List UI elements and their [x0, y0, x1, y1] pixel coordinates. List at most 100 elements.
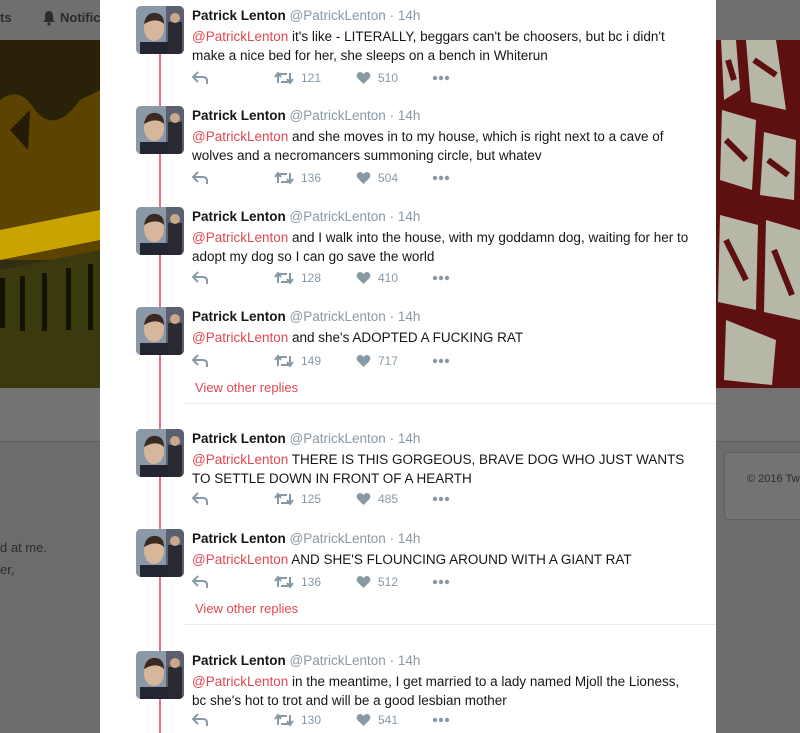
reply-button[interactable]	[192, 169, 208, 187]
separator: ·	[389, 531, 395, 546]
timestamp[interactable]: 14h	[398, 653, 421, 668]
view-other-replies-link[interactable]: View other replies	[195, 380, 298, 395]
avatar[interactable]	[136, 429, 184, 477]
more-button[interactable]	[432, 573, 450, 591]
reply-icon	[192, 71, 208, 84]
author-handle[interactable]: @PatrickLenton	[290, 531, 386, 546]
reply-button[interactable]	[192, 573, 208, 591]
retweet-button[interactable]: 136	[274, 573, 321, 591]
bg-nav-fragment[interactable]: ts	[0, 10, 12, 25]
retweet-icon	[274, 492, 294, 506]
avatar[interactable]	[136, 106, 184, 154]
like-button[interactable]: 410	[356, 269, 398, 287]
author-name[interactable]: Patrick Lenton	[192, 431, 286, 446]
mention-link[interactable]: @PatrickLenton	[192, 29, 288, 44]
more-button[interactable]	[432, 69, 450, 87]
retweet-count: 136	[301, 575, 322, 589]
reply-button[interactable]	[192, 269, 208, 287]
like-count: 510	[378, 71, 399, 85]
more-button[interactable]	[432, 269, 450, 287]
more-button[interactable]	[432, 169, 450, 187]
author-name[interactable]: Patrick Lenton	[192, 653, 286, 668]
reply-button[interactable]	[192, 69, 208, 87]
reply-icon	[192, 713, 208, 726]
heart-icon	[356, 576, 371, 588]
reply-button[interactable]	[192, 711, 208, 729]
author-handle[interactable]: @PatrickLenton	[290, 309, 386, 324]
separator: ·	[389, 653, 395, 668]
heart-icon	[356, 493, 371, 505]
retweet-button[interactable]: 128	[274, 269, 321, 287]
like-count: 485	[378, 492, 399, 506]
more-button[interactable]	[432, 352, 450, 370]
author-handle[interactable]: @PatrickLenton	[290, 653, 386, 668]
background-footer-card: © 2016 Tw	[724, 452, 800, 520]
view-other-replies-link[interactable]: View other replies	[195, 601, 298, 616]
retweet-button[interactable]: 136	[274, 169, 321, 187]
mention-link[interactable]: @PatrickLenton	[192, 452, 288, 467]
mention-link[interactable]: @PatrickLenton	[192, 674, 288, 689]
mention-link[interactable]: @PatrickLenton	[192, 129, 288, 144]
tweet-header: Patrick Lenton @PatrickLenton · 14h	[192, 308, 420, 325]
author-name[interactable]: Patrick Lenton	[192, 309, 286, 324]
author-handle[interactable]: @PatrickLenton	[290, 209, 386, 224]
like-button[interactable]: 512	[356, 573, 398, 591]
like-button[interactable]: 504	[356, 169, 398, 187]
tweet-header: Patrick Lenton @PatrickLenton · 14h	[192, 208, 420, 225]
timestamp[interactable]: 14h	[398, 431, 421, 446]
retweet-button[interactable]: 125	[274, 490, 321, 508]
like-button[interactable]: 717	[356, 352, 398, 370]
timestamp[interactable]: 14h	[398, 8, 421, 23]
author-name[interactable]: Patrick Lenton	[192, 8, 286, 23]
avatar[interactable]	[136, 6, 184, 54]
tweet-header: Patrick Lenton @PatrickLenton · 14h	[192, 430, 420, 447]
more-dots-icon	[432, 358, 450, 364]
author-name[interactable]: Patrick Lenton	[192, 531, 286, 546]
like-count: 504	[378, 171, 399, 185]
heart-icon	[356, 72, 371, 84]
author-handle[interactable]: @PatrickLenton	[290, 431, 386, 446]
retweet-count: 125	[301, 492, 322, 506]
tweet-body-text: AND SHE'S FLOUNCING AROUND WITH A GIANT …	[288, 552, 632, 567]
mention-link[interactable]: @PatrickLenton	[192, 330, 288, 345]
mention-link[interactable]: @PatrickLenton	[192, 552, 288, 567]
like-button[interactable]: 485	[356, 490, 398, 508]
like-button[interactable]: 541	[356, 711, 398, 729]
author-name[interactable]: Patrick Lenton	[192, 108, 286, 123]
background-profile-nav-right	[716, 388, 800, 442]
avatar[interactable]	[136, 207, 184, 255]
like-button[interactable]: 510	[356, 69, 398, 87]
retweet-button[interactable]: 130	[274, 711, 321, 729]
retweet-button[interactable]: 121	[274, 69, 321, 87]
author-handle[interactable]: @PatrickLenton	[290, 108, 386, 123]
more-dots-icon	[432, 75, 450, 81]
more-dots-icon	[432, 275, 450, 281]
bell-icon[interactable]	[42, 10, 56, 26]
separator: ·	[389, 108, 395, 123]
avatar[interactable]	[136, 651, 184, 699]
retweet-button[interactable]: 149	[274, 352, 321, 370]
separator: ·	[389, 431, 395, 446]
more-button[interactable]	[432, 490, 450, 508]
more-button[interactable]	[432, 711, 450, 729]
reply-button[interactable]	[192, 490, 208, 508]
tweet-actions: 136 512	[192, 573, 472, 591]
timestamp[interactable]: 14h	[398, 209, 421, 224]
more-dots-icon	[432, 717, 450, 723]
tweet-text: @PatrickLenton THERE IS THIS GORGEOUS, B…	[192, 450, 692, 488]
retweet-icon	[274, 575, 294, 589]
avatar[interactable]	[136, 307, 184, 355]
retweet-count: 149	[301, 354, 322, 368]
profile-banner-right	[716, 40, 800, 388]
timestamp[interactable]: 14h	[398, 531, 421, 546]
mention-link[interactable]: @PatrickLenton	[192, 230, 288, 245]
timestamp[interactable]: 14h	[398, 108, 421, 123]
reply-icon	[192, 171, 208, 184]
reply-button[interactable]	[192, 352, 208, 370]
heart-icon	[356, 355, 371, 367]
author-name[interactable]: Patrick Lenton	[192, 209, 286, 224]
avatar[interactable]	[136, 529, 184, 577]
author-handle[interactable]: @PatrickLenton	[290, 8, 386, 23]
timestamp[interactable]: 14h	[398, 309, 421, 324]
background-text-line: d at me.	[0, 540, 47, 555]
